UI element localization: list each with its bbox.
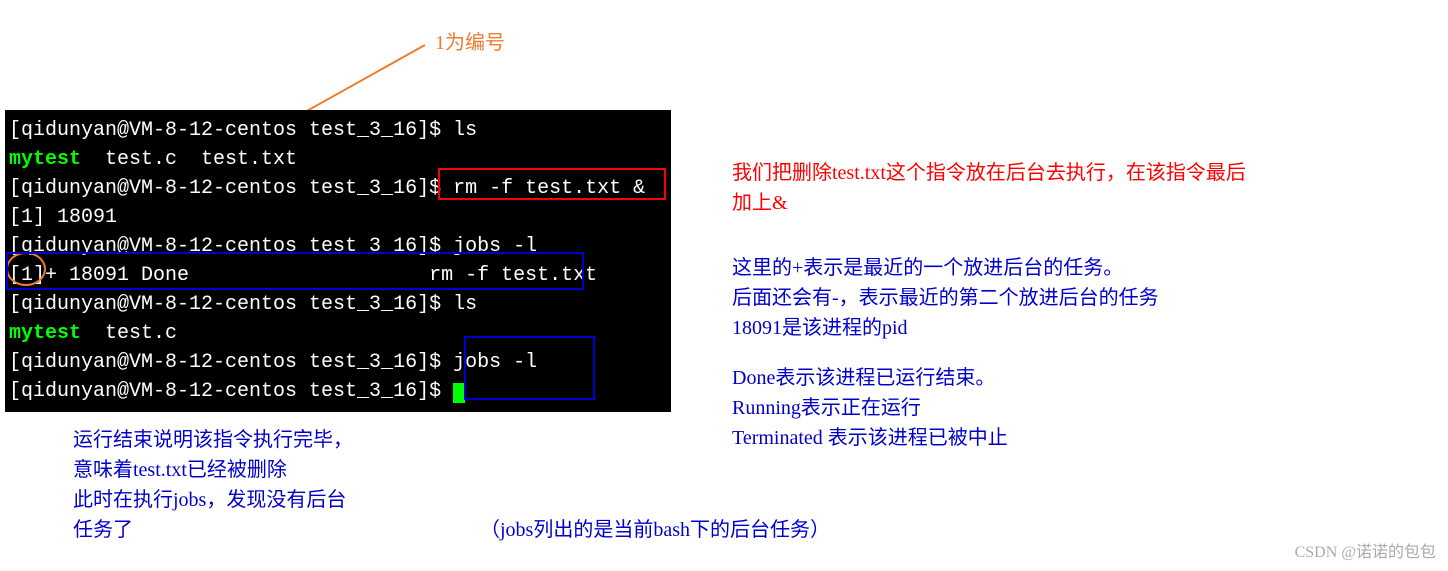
note-done: Done表示该进程已运行结束。 — [732, 363, 995, 393]
watermark: CSDN @诺诺的包包 — [1295, 541, 1436, 565]
term-line-rm: [qidunyan@VM-8-12-centos test_3_16]$ rm … — [9, 174, 661, 203]
term-line-prompt-cursor: [qidunyan@VM-8-12-centos test_3_16]$ — [9, 377, 661, 406]
note-plus-most-recent: 这里的+表示是最近的一个放进后台的任务。 — [732, 253, 1123, 283]
note-jobs-scope: （jobs列出的是当前bash下的后台任务） — [480, 515, 830, 545]
note-pid: 18091是该进程的pid — [732, 313, 908, 343]
term-last-prompt: [qidunyan@VM-8-12-centos test_3_16]$ — [9, 380, 453, 403]
note-terminated: Terminated 表示该进程已被中止 — [732, 423, 1008, 453]
term-line-jobout: [1]+ 18091 Done rm -f test.txt — [9, 261, 661, 290]
term-lsrest-2: test.c — [81, 322, 177, 345]
note-minus-second: 后面还会有-，表示最近的第二个放进后台的任务 — [732, 283, 1159, 313]
note-running: Running表示正在运行 — [732, 393, 921, 423]
terminal-window: [qidunyan@VM-8-12-centos test_3_16]$ ls … — [5, 110, 671, 412]
term-lsrest-1: test.c test.txt — [81, 148, 297, 171]
term-line-jobs1: [qidunyan@VM-8-12-centos test_3_16]$ job… — [9, 232, 661, 261]
note-rm-explain: 我们把删除test.txt这个指令放在后台去执行，在该指令最后加上& — [732, 158, 1262, 218]
note-finished-4: 任务了 — [73, 515, 133, 545]
term-line-lsout1: mytest test.c test.txt — [9, 145, 661, 174]
term-line-ls2: [qidunyan@VM-8-12-centos test_3_16]$ ls — [9, 290, 661, 319]
cursor-block — [453, 383, 465, 403]
note-job-number: 1为编号 — [435, 28, 505, 58]
term-line-lsout2: mytest test.c — [9, 319, 661, 348]
term-mytest-1: mytest — [9, 148, 81, 171]
term-mytest-2: mytest — [9, 322, 81, 345]
note-finished-2: 意味着test.txt已经被删除 — [73, 455, 287, 485]
term-line-jobnum: [1] 18091 — [9, 203, 661, 232]
note-finished-3: 此时在执行jobs，发现没有后台 — [73, 485, 346, 515]
term-line-jobs2: [qidunyan@VM-8-12-centos test_3_16]$ job… — [9, 348, 661, 377]
note-finished-1: 运行结束说明该指令执行完毕， — [73, 425, 353, 455]
term-line-ls1: [qidunyan@VM-8-12-centos test_3_16]$ ls — [9, 116, 661, 145]
